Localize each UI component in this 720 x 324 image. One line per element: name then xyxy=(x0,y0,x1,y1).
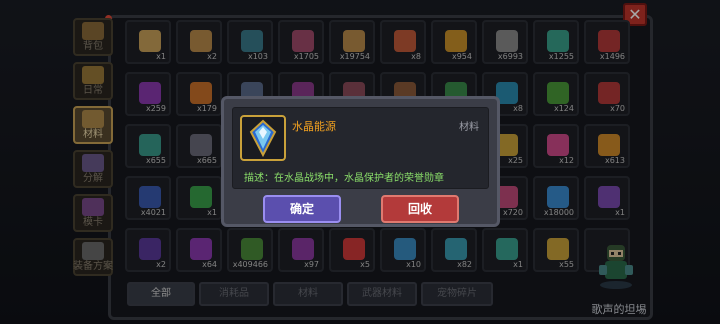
item-detail-dialog: 水晶能源 材料 描述：在水晶战场中，水晶保护者的荣誉勋章 确定 回收 xyxy=(221,96,500,227)
item-description: 描述：在水晶战场中，水晶保护者的荣誉勋章 xyxy=(244,173,444,184)
crystal-energy-icon xyxy=(249,119,277,158)
recycle-button[interactable]: 回收 xyxy=(381,195,459,223)
item-name: 水晶能源 xyxy=(292,120,336,133)
item-type: 材料 xyxy=(459,122,479,133)
item-icon-frame xyxy=(240,115,286,161)
item-info-box: 水晶能源 材料 描述：在水晶战场中，水晶保护者的荣誉勋章 xyxy=(232,107,489,189)
confirm-button[interactable]: 确定 xyxy=(263,195,341,223)
